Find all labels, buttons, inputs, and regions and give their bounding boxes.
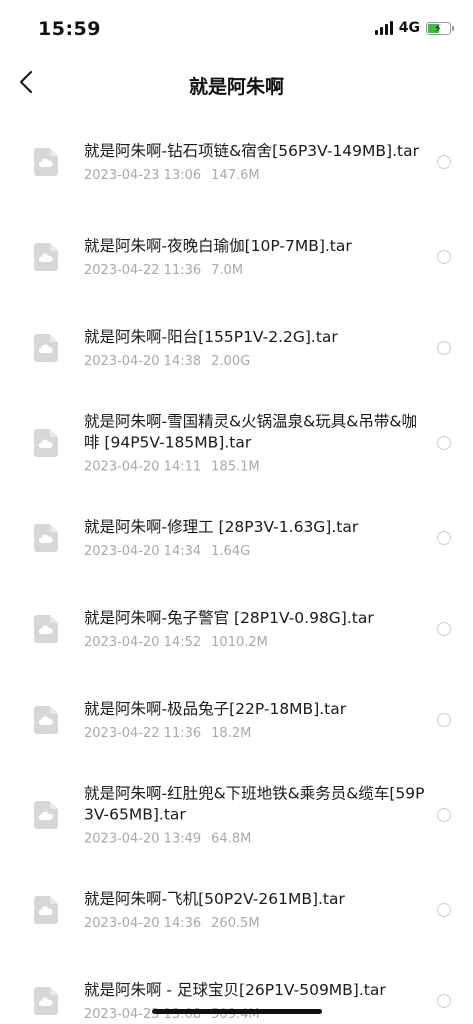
file-row[interactable]: 就是阿朱啊-极品兔子[22P-18MB].tar 2023-04-22 11:36… xyxy=(0,674,473,765)
file-row[interactable]: 就是阿朱啊-红肚兜&下班地铁&乘务员&缆车[59P3V-65MB].tar 202… xyxy=(0,765,473,864)
file-size: 2.00G xyxy=(211,353,251,369)
select-radio[interactable] xyxy=(437,435,451,450)
archive-file-icon xyxy=(34,614,58,643)
file-row[interactable]: 就是阿朱啊-夜晚白瑜伽[10P-7MB].tar 2023-04-22 11:36… xyxy=(0,211,473,302)
file-size: 185.1M xyxy=(211,459,260,474)
archive-file-icon xyxy=(34,895,58,924)
select-radio[interactable] xyxy=(437,154,451,169)
signal-icon xyxy=(374,21,393,35)
file-row[interactable]: 就是阿朱啊-雪国精灵&火锅温泉&玩具&吊带&咖啡 [94P5V-185MB].t… xyxy=(0,393,473,492)
select-radio[interactable] xyxy=(437,530,451,545)
battery-icon: ⚡ xyxy=(426,21,454,35)
archive-file-icon xyxy=(34,333,58,362)
page-title: 就是阿朱啊 xyxy=(188,76,284,98)
file-date: 2023-04-20 13:49 xyxy=(84,831,202,846)
file-size: 64.8M xyxy=(211,831,252,846)
home-indicator[interactable] xyxy=(152,1009,322,1014)
status-time: 15:59 xyxy=(38,18,101,40)
file-size: 18.2M xyxy=(211,725,252,741)
file-size: 1.64G xyxy=(211,543,251,559)
archive-file-icon xyxy=(34,523,58,552)
file-name: 就是阿朱啊-飞机[50P2V-261MB].tar xyxy=(84,889,345,908)
file-row[interactable]: 就是阿朱啊-修理工 [28P3V-1.63G].tar 2023-04-20 14… xyxy=(0,492,473,583)
file-name: 就是阿朱啊-修理工 [28P3V-1.63G].tar xyxy=(84,517,359,536)
file-name: 就是阿朱啊 - 足球宝贝[26P1V-509MB].tar xyxy=(84,980,386,999)
file-size: 260.5M xyxy=(211,915,260,931)
archive-file-icon xyxy=(34,986,58,1015)
file-date: 2023-04-22 11:36 xyxy=(84,725,202,741)
archive-file-icon xyxy=(34,428,58,457)
select-radio[interactable] xyxy=(437,807,451,822)
file-name: 就是阿朱啊-钻石项链&宿舍[56P3V-149MB].tar xyxy=(84,141,419,160)
file-date: 2023-04-20 14:38 xyxy=(84,353,202,369)
file-date: 2023-04-20 14:36 xyxy=(84,915,202,931)
charging-icon: ⚡ xyxy=(434,21,442,35)
file-date: 2023-04-23 13:06 xyxy=(84,167,202,183)
select-radio[interactable] xyxy=(437,340,451,355)
file-date: 2023-04-20 14:34 xyxy=(84,543,202,559)
file-date: 2023-04-20 14:52 xyxy=(84,634,202,650)
select-radio[interactable] xyxy=(437,712,451,727)
file-name: 就是阿朱啊-阳台[155P1V-2.2G].tar xyxy=(84,327,338,346)
select-radio[interactable] xyxy=(437,902,451,917)
file-size: 7.0M xyxy=(211,262,244,278)
file-name: 就是阿朱啊-夜晚白瑜伽[10P-7MB].tar xyxy=(84,236,352,255)
file-row[interactable]: 就是阿朱啊-兔子警官 [28P1V-0.98G].tar 2023-04-20 1… xyxy=(0,583,473,674)
archive-file-icon xyxy=(34,800,58,829)
nav-bar: 就是阿朱啊 xyxy=(0,60,473,108)
file-name: 就是阿朱啊-极品兔子[22P-18MB].tar xyxy=(84,699,347,718)
file-row[interactable]: 就是阿朱啊-阳台[155P1V-2.2G].tar 2023-04-20 14:3… xyxy=(0,302,473,393)
archive-file-icon xyxy=(34,242,58,271)
file-list: 就是阿朱啊-钻石项链&宿舍[56P3V-149MB].tar 2023-04-23… xyxy=(0,112,473,1024)
file-row[interactable]: 就是阿朱啊-钻石项链&宿舍[56P3V-149MB].tar 2023-04-23… xyxy=(0,112,473,211)
file-size: 1010.2M xyxy=(211,634,268,650)
file-name: 就是阿朱啊-雪国精灵&火锅温泉&玩具&吊带&咖啡 [94P5V-185MB].t… xyxy=(84,412,417,451)
file-name: 就是阿朱啊-红肚兜&下班地铁&乘务员&缆车[59P3V-65MB].tar xyxy=(84,784,425,823)
file-date: 2023-04-20 14:11 xyxy=(84,459,202,474)
select-radio[interactable] xyxy=(437,993,451,1008)
file-size: 147.6M xyxy=(211,167,260,183)
select-radio[interactable] xyxy=(437,249,451,264)
archive-file-icon xyxy=(34,147,58,176)
network-type: 4G xyxy=(398,20,420,36)
file-date: 2023-04-22 11:36 xyxy=(84,262,202,278)
status-indicators: 4G ⚡ xyxy=(374,20,454,36)
file-row[interactable]: 就是阿朱啊-飞机[50P2V-261MB].tar 2023-04-20 14:3… xyxy=(0,864,473,955)
file-name: 就是阿朱啊-兔子警官 [28P1V-0.98G].tar xyxy=(84,608,374,627)
status-bar: 15:59 4G ⚡ xyxy=(0,0,473,60)
archive-file-icon xyxy=(34,705,58,734)
select-radio[interactable] xyxy=(437,621,451,636)
